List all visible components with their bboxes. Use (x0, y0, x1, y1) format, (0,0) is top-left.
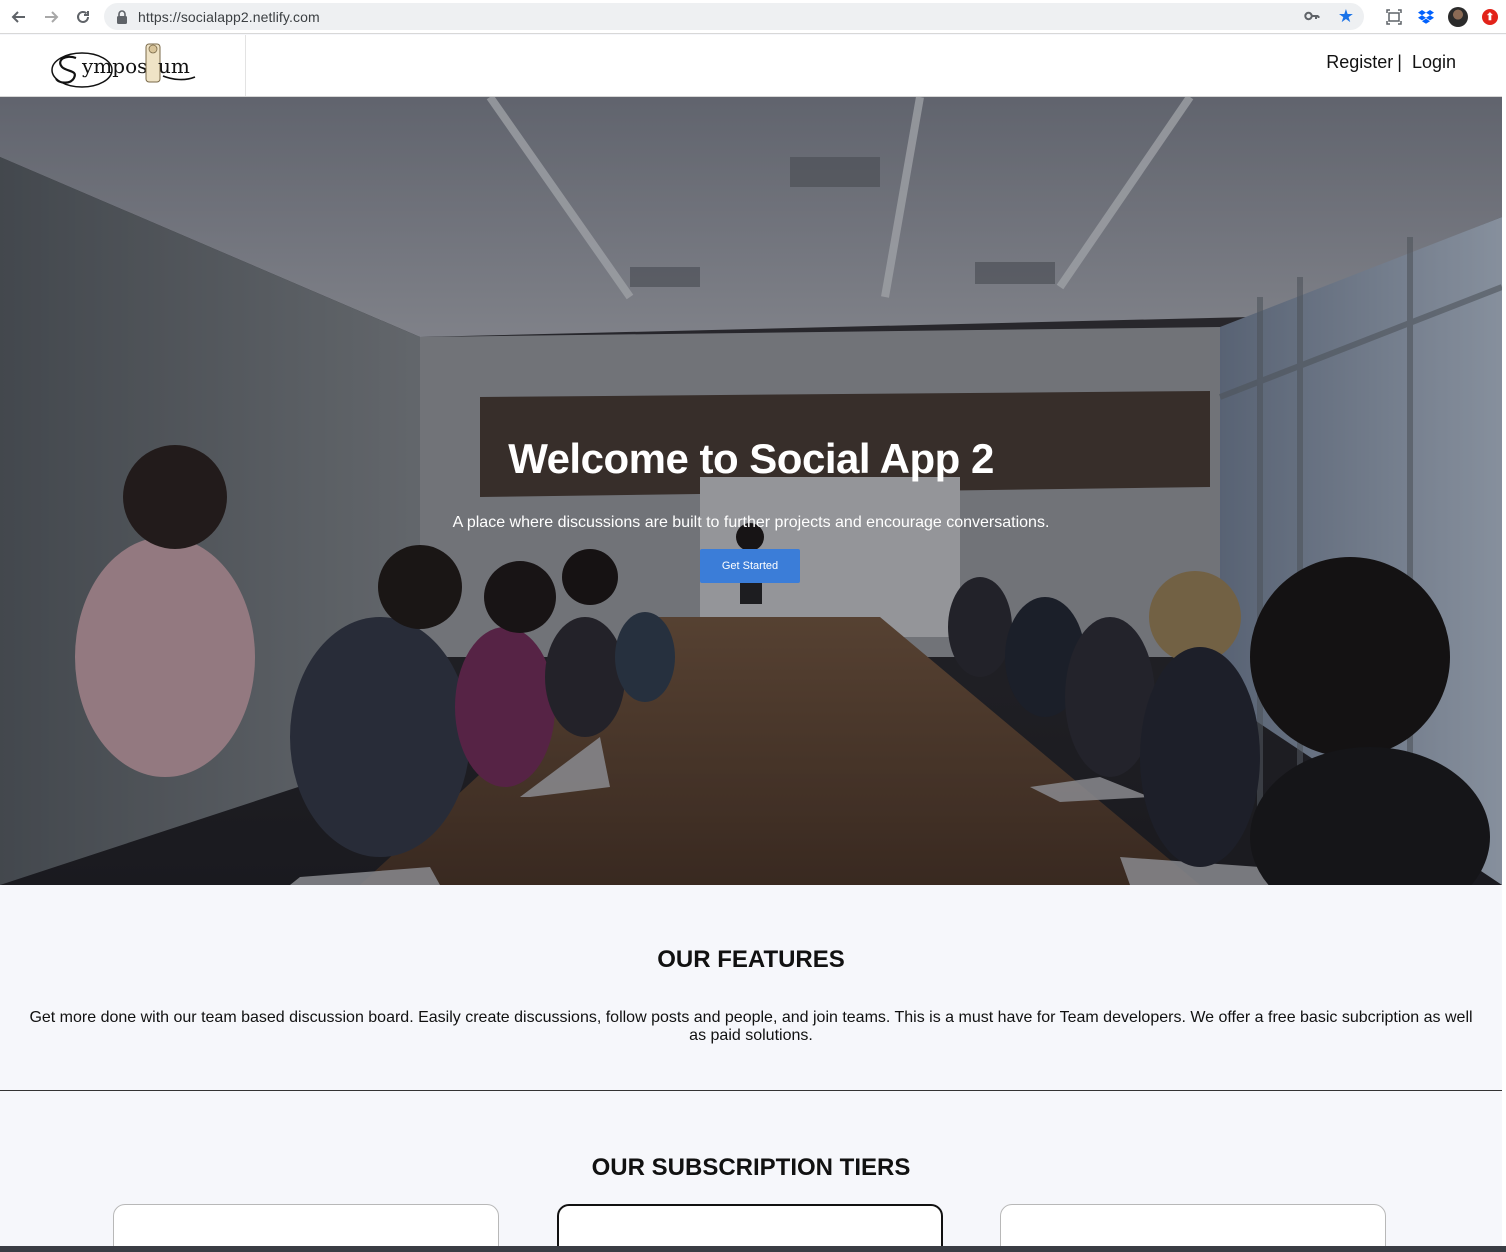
tier-card-premium[interactable] (1000, 1204, 1386, 1252)
extensions-area: ⬆ (1378, 0, 1506, 34)
forward-button[interactable] (35, 1, 67, 33)
tiers-heading: OUR SUBSCRIPTION TIERS (591, 1154, 911, 1181)
site-header: ympos um Register | Login (0, 35, 1502, 97)
profile-avatar[interactable] (1442, 1, 1474, 33)
hero-section: Welcome to Social App 2 A place where di… (0, 97, 1502, 885)
key-icon[interactable] (1304, 9, 1320, 23)
subscription-tiers-section: OUR SUBSCRIPTION TIERS (0, 1092, 1502, 1252)
bookmark-star-icon[interactable]: ★ (1338, 6, 1354, 27)
get-started-button[interactable]: Get Started (700, 549, 800, 583)
extension-red-icon[interactable]: ⬆ (1474, 1, 1506, 33)
address-bar[interactable]: https://socialapp2.netlify.com ★ (104, 3, 1364, 30)
hero-title: Welcome to Social App 2 (508, 435, 994, 482)
page-gutter (1502, 35, 1506, 1246)
arrow-left-icon (11, 10, 25, 23)
lock-icon (117, 9, 127, 24)
features-section: OUR FEATURES Get more done with our team… (0, 885, 1502, 1091)
auth-nav: Register | Login (1326, 52, 1456, 73)
arrow-right-icon (45, 10, 59, 23)
tier-card-featured[interactable] (557, 1204, 943, 1252)
browser-toolbar: https://socialapp2.netlify.com ★ ⬆ (0, 0, 1506, 34)
avatar-icon (1448, 7, 1468, 27)
reload-button[interactable] (67, 1, 99, 33)
features-heading: OUR FEATURES (657, 946, 845, 973)
tier-card-basic[interactable] (113, 1204, 499, 1252)
url-text: https://socialapp2.netlify.com (138, 8, 320, 25)
register-link[interactable]: Register (1326, 52, 1393, 73)
login-link[interactable]: Login (1412, 52, 1456, 73)
svg-text:ympos: ympos (81, 54, 147, 78)
reload-icon (77, 10, 89, 23)
screen-capture-icon[interactable] (1378, 1, 1410, 33)
hero-subtitle: A place where discussions are built to f… (452, 514, 1050, 531)
window-bottom-edge (0, 1246, 1506, 1252)
features-description: Get more done with our team based discus… (29, 1009, 1473, 1044)
svg-text:um: um (158, 54, 190, 78)
symposium-logo-icon: ympos um (50, 43, 195, 88)
hero-overlay (0, 97, 1502, 885)
dropbox-icon[interactable] (1410, 1, 1442, 33)
back-button[interactable] (3, 1, 35, 33)
logo[interactable]: ympos um (0, 35, 246, 96)
nav-separator: | (1397, 52, 1402, 72)
